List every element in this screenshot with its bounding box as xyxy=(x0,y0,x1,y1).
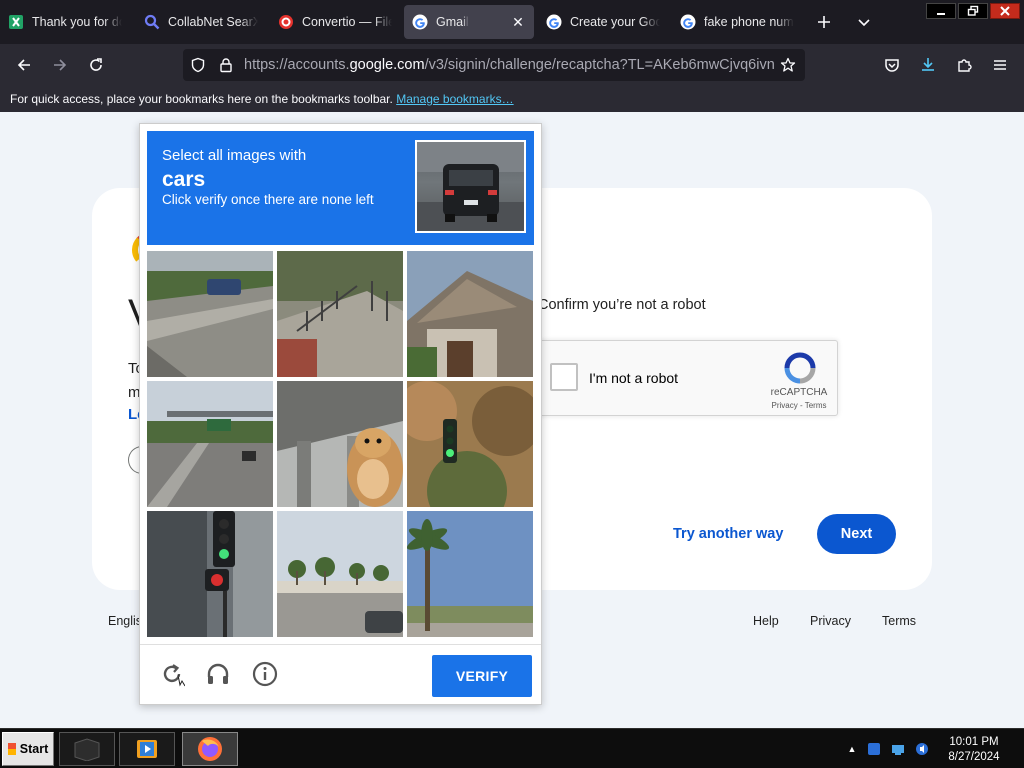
downloads-icon[interactable] xyxy=(916,53,940,77)
help-info-icon[interactable] xyxy=(250,659,280,689)
terminal-icon xyxy=(74,738,100,761)
start-logo-icon xyxy=(7,743,16,755)
challenge-target-object: cars xyxy=(162,168,206,191)
tray-app-icon[interactable] xyxy=(866,741,882,757)
tab-create-google[interactable]: Create your Goo xyxy=(538,5,668,39)
tray-network-icon[interactable] xyxy=(890,741,906,757)
clock-time: 10:01 PM xyxy=(949,736,999,748)
image-tile-highway-with-car[interactable] xyxy=(147,251,273,377)
extensions-puzzle-icon[interactable] xyxy=(952,53,976,77)
reload-icon[interactable] xyxy=(84,53,108,77)
tab-label: fake phone num xyxy=(704,15,794,29)
challenge-header: Select all images with cars Click verify… xyxy=(147,131,534,245)
green-spreadsheet-icon xyxy=(8,14,24,30)
google-g-icon xyxy=(546,14,562,30)
recaptcha-challenge-dialog: Select all images with cars Click verify… xyxy=(139,123,542,705)
bookmark-star-icon[interactable] xyxy=(780,57,796,73)
google-g-icon xyxy=(412,14,428,30)
confirm-not-robot-text: Confirm you’re not a robot xyxy=(538,297,706,313)
recaptcha-privacy-terms[interactable]: Privacy - Terms xyxy=(761,401,837,410)
list-all-tabs-chevron-icon[interactable] xyxy=(852,10,876,34)
footer-terms-link[interactable]: Terms xyxy=(882,614,916,628)
image-tile-street-palms-parked-car[interactable] xyxy=(277,511,403,637)
padlock-icon[interactable] xyxy=(218,57,234,73)
minimize-window-icon[interactable] xyxy=(926,3,956,19)
challenge-instruction: Select all images with xyxy=(162,147,307,164)
clock-date: 8/27/2024 xyxy=(948,751,1000,763)
tray-expand-icon[interactable]: ▲ xyxy=(844,741,860,757)
address-bar[interactable]: https://accounts.google.com/v3/signin/ch… xyxy=(183,49,805,81)
navigation-toolbar: https://accounts.google.com/v3/signin/ch… xyxy=(0,44,1024,86)
bookmarks-toolbar: For quick access, place your bookmarks h… xyxy=(0,86,1024,112)
tab-fake-phone[interactable]: fake phone num xyxy=(672,5,802,39)
firefox-icon xyxy=(198,737,222,761)
restore-window-icon[interactable] xyxy=(958,3,988,19)
tab-label: Convertio — File xyxy=(302,15,392,29)
language-selector[interactable]: Englis xyxy=(108,614,142,628)
challenge-image-grid xyxy=(147,251,534,637)
recaptcha-widget: I'm not a robot reCAPTCHA Privacy - Term… xyxy=(538,340,838,416)
footer-help-link[interactable]: Help xyxy=(753,614,779,628)
start-label: Start xyxy=(19,742,49,756)
taskbar-media-player-app[interactable] xyxy=(119,732,175,766)
bookmarks-hint-text: For quick access, place your bookmarks h… xyxy=(10,92,393,106)
manage-bookmarks-link[interactable]: Manage bookmarks… xyxy=(396,92,513,106)
image-tile-traffic-light-trees[interactable] xyxy=(407,381,533,507)
challenge-footer: VERIFY xyxy=(140,644,541,704)
image-tile-concrete-overpass-with-hamster[interactable] xyxy=(277,381,403,507)
recaptcha-checkbox-label: I'm not a robot xyxy=(589,370,679,386)
challenge-sample-car-image xyxy=(415,140,526,233)
new-tab-icon[interactable] xyxy=(812,10,836,34)
tab-label: Gmail xyxy=(436,15,469,29)
reload-challenge-icon[interactable] xyxy=(157,659,187,689)
tray-volume-icon[interactable] xyxy=(914,741,930,757)
close-window-icon[interactable] xyxy=(990,3,1020,19)
start-button[interactable]: Start xyxy=(2,732,54,766)
recaptcha-brand: reCAPTCHA xyxy=(770,387,828,398)
tab-label: CollabNet SearXNG xyxy=(168,15,258,29)
back-arrow-icon[interactable] xyxy=(12,53,36,77)
system-clock[interactable]: 10:01 PM 8/27/2024 xyxy=(944,735,1004,765)
next-button[interactable]: Next xyxy=(817,514,896,554)
forward-arrow-icon[interactable] xyxy=(48,53,72,77)
tab-label: Create your Goo xyxy=(570,15,660,29)
tab-convertio[interactable]: Convertio — File xyxy=(270,5,400,39)
image-tile-road-overpass-signs[interactable] xyxy=(147,381,273,507)
tracking-protection-shield-icon[interactable] xyxy=(190,57,206,73)
tab-bar: Thank you for do CollabNet SearXNG Conve… xyxy=(0,0,1024,44)
taskbar-firefox-app[interactable] xyxy=(182,732,238,766)
verify-button[interactable]: VERIFY xyxy=(432,655,532,697)
tab-label: Thank you for do xyxy=(32,15,122,29)
tab-thank-you[interactable]: Thank you for do xyxy=(0,5,130,39)
media-player-icon xyxy=(137,740,157,758)
image-tile-palm-tree-sky[interactable] xyxy=(407,511,533,637)
search-magnifier-icon xyxy=(144,14,160,30)
audio-challenge-headphones-icon[interactable] xyxy=(203,659,233,689)
pocket-icon[interactable] xyxy=(880,53,904,77)
google-g-icon xyxy=(680,14,696,30)
hamburger-menu-icon[interactable] xyxy=(988,53,1012,77)
image-tile-traffic-light-building[interactable] xyxy=(147,511,273,637)
taskbar-terminal-app[interactable] xyxy=(59,732,115,766)
recaptcha-logo-icon xyxy=(784,352,816,384)
tab-collabnet[interactable]: CollabNet SearXNG xyxy=(136,5,266,39)
url-text[interactable]: https://accounts.google.com/v3/signin/ch… xyxy=(244,57,774,73)
convertio-icon xyxy=(278,14,294,30)
try-another-way-button[interactable]: Try another way xyxy=(668,524,788,544)
challenge-sub-instruction: Click verify once there are none left xyxy=(162,192,374,207)
os-taskbar: Start ▲ 10:01 PM 8/27/2024 xyxy=(0,728,1024,768)
tab-gmail[interactable]: Gmail ✕ xyxy=(404,5,534,39)
recaptcha-checkbox[interactable] xyxy=(550,363,578,391)
close-tab-icon[interactable]: ✕ xyxy=(510,14,526,30)
image-tile-house-roof[interactable] xyxy=(407,251,533,377)
footer-privacy-link[interactable]: Privacy xyxy=(810,614,851,628)
image-tile-house-stairs-railing[interactable] xyxy=(277,251,403,377)
